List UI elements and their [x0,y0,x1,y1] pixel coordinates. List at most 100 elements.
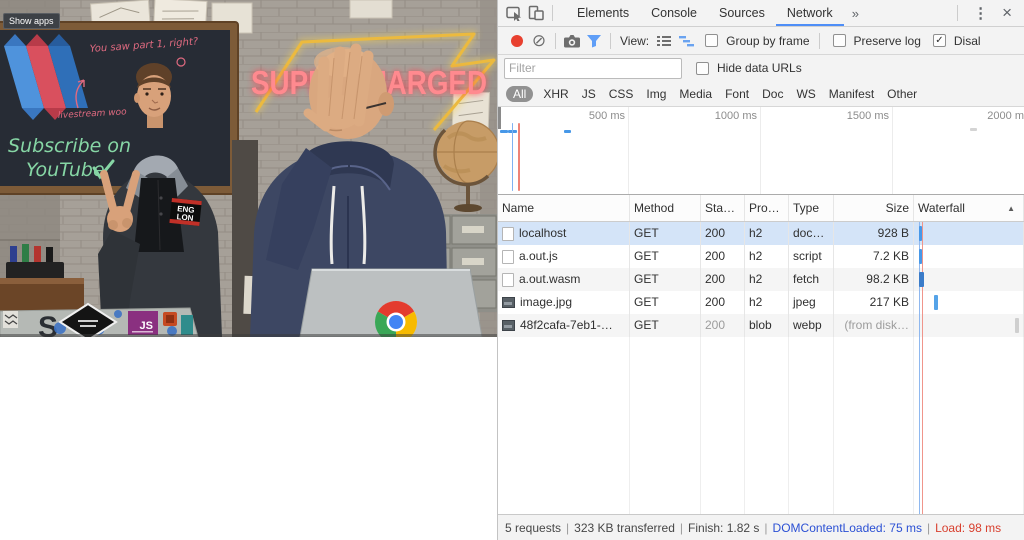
divider [610,33,611,49]
network-summary-bar: 5 requests | 323 KB transferred | Finish… [498,514,1024,540]
inspect-cursor-icon [506,5,523,21]
timeline-tick-label: 1000 ms [715,110,757,122]
request-name-cell: a.out.wasm [498,268,630,291]
request-name: 48f2cafa-7eb1-… [520,314,613,337]
type-filter-ws[interactable]: WS [796,87,815,101]
type-filter-font[interactable]: Font [725,87,749,101]
group-by-frame-checkbox[interactable] [705,34,718,47]
filter-toggle-button[interactable] [583,30,605,52]
request-name: localhost [519,222,566,245]
timeline-tick-label: 1500 ms [847,110,889,122]
tab-network[interactable]: Network [776,0,844,26]
request-name-cell: localhost [498,222,630,245]
tab-console[interactable]: Console [640,0,708,26]
document-icon [502,273,514,287]
tab-elements[interactable]: Elements [566,0,640,26]
request-name-cell: 48f2cafa-7eb1-… [498,314,630,337]
studio-scene: SUPERCHARGED SUPERCHARGED You saw part 1… [0,0,497,337]
timeline-tick-label: 2000 m [987,110,1024,122]
device-toolbar-button[interactable] [525,2,547,24]
type-filter-xhr[interactable]: XHR [543,87,568,101]
request-cell: 200 [701,245,745,268]
record-button[interactable] [506,30,528,52]
request-cell: script [789,245,834,268]
hide-data-urls-label[interactable]: Hide data URLs [717,61,802,75]
chalk-subscribe-2: YouTube [26,159,105,181]
devtools-tabbar: ElementsConsoleSourcesNetwork » ⋮ × [498,0,1024,27]
more-tabs-button[interactable]: » [844,6,867,21]
request-cell: 7.2 KB [834,245,914,268]
waterfall-bar [919,249,922,264]
screenshot-button[interactable] [561,30,583,52]
network-overview-timeline[interactable]: 500 ms1000 ms1500 ms2000 m [498,107,1024,195]
type-filter-doc[interactable]: Doc [762,87,783,101]
request-cell: fetch [789,268,834,291]
disable-cache-checkbox[interactable]: ✓ [933,34,946,47]
request-cell: webp [789,314,834,337]
empty-column [630,337,701,514]
requests-count: 5 requests [505,521,561,535]
waterfall-view-icon [678,34,695,48]
request-cell: 98.2 KB [834,268,914,291]
eng-lon-patch: ENG LON [169,198,201,226]
list-view-icon [656,34,672,48]
divider [819,33,820,49]
request-row-image.jpg[interactable]: image.jpgGET200h2jpeg217 KB [498,291,1024,314]
devtools-menu-button[interactable]: ⋮ [963,4,998,22]
group-by-frame-label[interactable]: Group by frame [726,34,809,48]
clear-button[interactable]: ⊘ [528,30,550,52]
type-filter-css[interactable]: CSS [609,87,634,101]
request-name-cell: image.jpg [498,291,630,314]
svg-text:JS: JS [140,320,153,332]
request-cell: GET [630,268,701,291]
inspect-element-button[interactable] [503,2,525,24]
overview-grip[interactable] [498,107,501,129]
empty-column [498,337,630,514]
column-header-sta[interactable]: Sta… [701,195,745,221]
column-header-waterfall[interactable]: Waterfall▲ [914,195,1024,221]
record-icon [511,35,523,47]
close-devtools-button[interactable]: × [998,3,1024,23]
request-name-cell: a.out.js [498,245,630,268]
load-marker-line [518,123,520,191]
request-cell [914,291,1024,314]
empty-grid-area [498,337,1024,514]
type-filters: All XHR JS CSS Img Media Font Doc WS Manifest Othe… [506,86,917,102]
request-cell: (from disk… [834,314,914,337]
type-filter-manifest[interactable]: Manifest [829,87,874,101]
view-list-button[interactable] [653,30,675,52]
tab-strip: ElementsConsoleSourcesNetwork [566,0,844,26]
column-header-pro[interactable]: Pro… [745,195,789,221]
request-cell [914,222,1024,245]
clear-icon: ⊘ [532,32,546,49]
filter-row: Hide data URLs [498,55,1024,81]
preserve-log-checkbox[interactable] [833,34,846,47]
tab-sources[interactable]: Sources [708,0,776,26]
type-filter-other[interactable]: Other [887,87,917,101]
load-time: Load: 98 ms [935,521,1001,535]
column-header-method[interactable]: Method [630,195,701,221]
request-row-48f2cafa7eb1[interactable]: 48f2cafa-7eb1-…GET200blobwebp(from disk… [498,314,1024,337]
request-cell: 928 B [834,222,914,245]
request-row-a.out.js[interactable]: a.out.jsGET200h2script7.2 KB [498,245,1024,268]
waterfall-bar [919,226,922,241]
transferred-size: 323 KB transferred [574,521,675,535]
type-filter-js[interactable]: JS [582,87,596,101]
request-cell: blob [745,314,789,337]
finish-time: Finish: 1.82 s [688,521,759,535]
type-filter-media[interactable]: Media [679,87,712,101]
view-timeline-button[interactable] [675,30,697,52]
type-filter-img[interactable]: Img [646,87,666,101]
filter-input[interactable] [504,58,682,79]
request-row-a.out.wasm[interactable]: a.out.wasmGET200h2fetch98.2 KB [498,268,1024,291]
divider [552,5,553,21]
column-header-name[interactable]: Name [498,195,630,221]
column-header-type[interactable]: Type [789,195,834,221]
request-row-localhost[interactable]: localhostGET200h2doc…928 B [498,222,1024,245]
request-cell: 200 [701,222,745,245]
disable-cache-label[interactable]: Disal [954,34,981,48]
column-header-size[interactable]: Size [834,195,914,221]
type-filter-all[interactable]: All [506,86,533,102]
hide-data-urls-checkbox[interactable] [696,62,709,75]
preserve-log-label[interactable]: Preserve log [854,34,921,48]
